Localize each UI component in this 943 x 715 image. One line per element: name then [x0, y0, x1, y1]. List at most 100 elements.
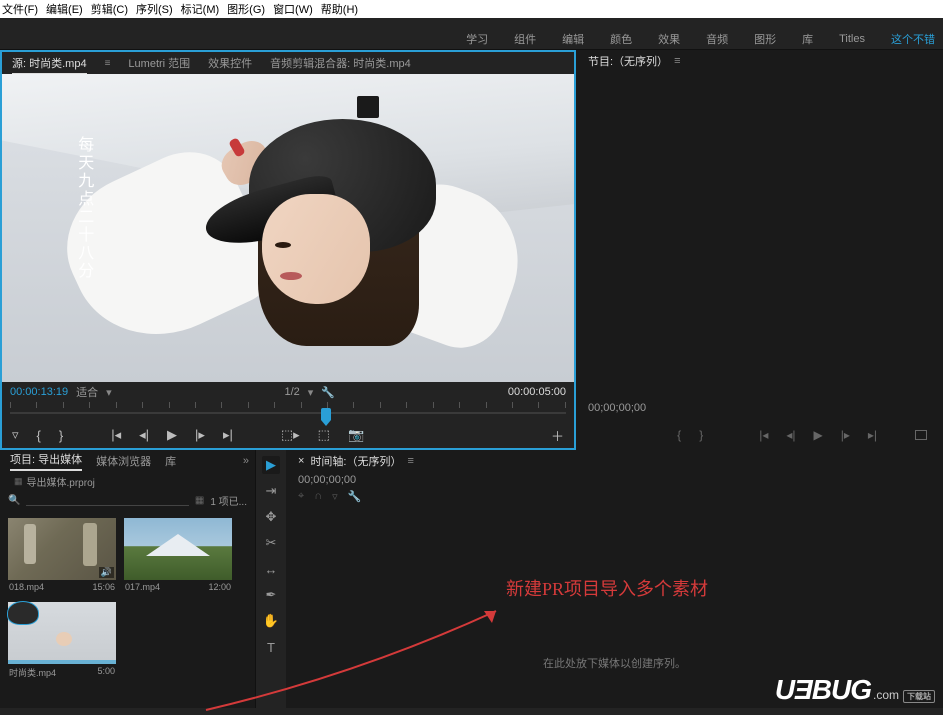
- program-menu-icon[interactable]: ≡: [674, 55, 680, 67]
- res-dropdown-icon[interactable]: ▾: [308, 386, 314, 399]
- in-timecode[interactable]: 00:00:13:19: [10, 386, 68, 398]
- tab-libraries[interactable]: 库: [165, 453, 176, 469]
- timeline-header: × 时间轴:（无序列） ≡: [286, 450, 943, 472]
- menu-markers[interactable]: 标记(M): [181, 1, 220, 17]
- marker-tool-icon[interactable]: ▿: [332, 490, 338, 503]
- timeline-panel: × 时间轴:（无序列） ≡ 00;00;00;00 ⌖ ∩ ▿ 🔧 新建PR项目…: [286, 450, 943, 708]
- clip-thumbnail[interactable]: [124, 518, 232, 580]
- go-to-in-icon[interactable]: |◂: [111, 427, 121, 443]
- menu-window[interactable]: 窗口(W): [273, 1, 313, 17]
- menu-file[interactable]: 文件(F): [2, 1, 38, 17]
- ripple-edit-tool-icon[interactable]: ✥: [262, 508, 280, 526]
- out-timecode[interactable]: 00:00:05:00: [508, 386, 566, 398]
- menu-edit[interactable]: 编辑(E): [46, 1, 83, 17]
- clip-thumbnail[interactable]: 🔊: [8, 518, 116, 580]
- prog-mark-in-icon[interactable]: {: [677, 428, 681, 442]
- workspace-color[interactable]: 颜色: [610, 31, 632, 47]
- workspace-library[interactable]: 库: [802, 31, 813, 47]
- workspace-graphics[interactable]: 图形: [754, 31, 776, 47]
- timeline-timecode[interactable]: 00;00;00;00: [286, 472, 943, 488]
- settings-wrench-icon[interactable]: 🔧: [321, 386, 335, 399]
- track-select-tool-icon[interactable]: ⇥: [262, 482, 280, 500]
- clip-duration: 12:00: [208, 582, 231, 592]
- go-to-out-icon[interactable]: ▸|: [223, 427, 233, 443]
- search-icon[interactable]: 🔍: [8, 495, 20, 506]
- razor-tool-icon[interactable]: ✂: [262, 534, 280, 552]
- menu-sequence[interactable]: 序列(S): [136, 1, 173, 17]
- tab-overflow-icon[interactable]: »: [243, 455, 247, 467]
- workspace-titles[interactable]: Titles: [839, 33, 865, 45]
- search-input[interactable]: [26, 494, 188, 506]
- panel-menu-icon[interactable]: ≡: [105, 58, 111, 69]
- clip-item[interactable]: 017.mp412:00: [124, 518, 232, 594]
- workspace-assembly[interactable]: 组件: [514, 31, 536, 47]
- program-timecode[interactable]: 00;00;00;00: [576, 396, 943, 420]
- timeline-menu-icon[interactable]: ≡: [408, 455, 414, 467]
- add-button-icon[interactable]: ＋: [551, 426, 564, 445]
- mark-out-icon[interactable]: }: [59, 428, 63, 443]
- clip-thumbnail[interactable]: [8, 602, 116, 664]
- selection-tool-icon[interactable]: ▶: [262, 456, 280, 474]
- workspace-editing[interactable]: 编辑: [562, 31, 584, 47]
- timeline-collapse-icon[interactable]: ×: [298, 455, 304, 467]
- program-viewer[interactable]: [576, 72, 943, 396]
- step-back-icon[interactable]: ◂|: [139, 427, 149, 443]
- clip-duration: 5:00: [97, 666, 115, 679]
- prog-step-fwd-icon[interactable]: |▸: [841, 428, 850, 442]
- prog-go-in-icon[interactable]: |◂: [759, 428, 768, 442]
- filter-icon[interactable]: ▦: [195, 495, 204, 506]
- timeline-body[interactable]: 新建PR项目导入多个素材 在此处放下媒体以创建序列。: [286, 505, 943, 685]
- clip-item[interactable]: 🔊 018.mp415:06: [8, 518, 116, 594]
- step-forward-icon[interactable]: |▸: [195, 427, 205, 443]
- mark-in-icon[interactable]: {: [37, 428, 41, 443]
- workspace-audio[interactable]: 音频: [706, 31, 728, 47]
- tab-media-browser[interactable]: 媒体浏览器: [96, 453, 151, 469]
- playhead-icon[interactable]: [321, 408, 331, 420]
- watermark-tag: 下载站: [903, 690, 935, 703]
- export-frame-icon[interactable]: 📷: [348, 427, 364, 443]
- clip-item[interactable]: 时尚类.mp4 5:00: [8, 602, 116, 681]
- watermark-brand: UƎBUG: [775, 674, 871, 706]
- annotation-arrow-icon: [196, 605, 516, 715]
- prog-go-out-icon[interactable]: ▸|: [868, 428, 877, 442]
- workspace-tabs: 学习 组件 编辑 颜色 效果 音频 图形 库 Titles 这个不错: [0, 28, 943, 50]
- tab-lumetri-scopes[interactable]: Lumetri 范围: [128, 55, 190, 71]
- workspace-effects[interactable]: 效果: [658, 31, 680, 47]
- tab-effect-controls[interactable]: 效果控件: [208, 55, 252, 71]
- source-controls-row: 00:00:13:19 适合 ▾ 1/2 ▾ 🔧 00:00:05:00: [2, 382, 574, 402]
- linked-selection-icon[interactable]: ∩: [314, 490, 322, 503]
- pen-tool-icon[interactable]: ✒: [262, 586, 280, 604]
- source-transport: ▿ { } |◂ ◂| ▶ |▸ ▸| ⬚▸ ⬚ 📷 ＋: [2, 422, 574, 448]
- prog-step-back-icon[interactable]: ◂|: [786, 428, 795, 442]
- playback-resolution[interactable]: 1/2: [285, 386, 300, 398]
- tab-project[interactable]: 项目: 导出媒体: [10, 451, 82, 471]
- workspace-learn[interactable]: 学习: [466, 31, 488, 47]
- clip-name: 时尚类.mp4: [9, 666, 56, 679]
- menu-clip[interactable]: 剪辑(C): [91, 1, 128, 17]
- clip-duration: 15:06: [92, 582, 115, 592]
- play-icon[interactable]: ▶: [167, 427, 177, 443]
- slip-tool-icon[interactable]: ↔: [262, 560, 280, 578]
- timeline-settings-icon[interactable]: 🔧: [348, 490, 362, 503]
- tab-source[interactable]: 源: 时尚类.mp4: [12, 55, 87, 71]
- snap-icon[interactable]: ⌖: [298, 490, 304, 503]
- title-bar: [0, 18, 943, 28]
- menu-graphics[interactable]: 图形(G): [227, 1, 265, 17]
- overwrite-icon[interactable]: ⬚: [318, 427, 330, 443]
- source-scrubber[interactable]: [2, 402, 574, 422]
- zoom-fit[interactable]: 适合: [76, 384, 98, 400]
- zoom-dropdown-icon[interactable]: ▾: [106, 386, 112, 399]
- prog-play-icon[interactable]: ▶: [813, 428, 822, 442]
- workspace-custom[interactable]: 这个不错: [891, 31, 935, 47]
- menu-help[interactable]: 帮助(H): [321, 1, 358, 17]
- insert-icon[interactable]: ⬚▸: [281, 427, 300, 443]
- tab-audio-clip-mixer[interactable]: 音频剪辑混合器: 时尚类.mp4: [270, 55, 411, 71]
- timeline-title: 时间轴:（无序列）: [310, 453, 401, 469]
- video-overlay-text: 每天九点二十八分: [74, 136, 93, 280]
- prog-mark-out-icon[interactable]: }: [699, 428, 703, 442]
- lower-panels: 项目: 导出媒体 媒体浏览器 库 » 导出媒体.prproj 🔍 ▦ 1 项已.…: [0, 450, 943, 708]
- project-search-row: 🔍 ▦ 1 项已...: [0, 490, 255, 510]
- add-marker-icon[interactable]: ▿: [12, 427, 19, 443]
- source-viewer[interactable]: 每天九点二十八分: [2, 74, 574, 382]
- prog-safe-margins-icon[interactable]: [915, 430, 927, 440]
